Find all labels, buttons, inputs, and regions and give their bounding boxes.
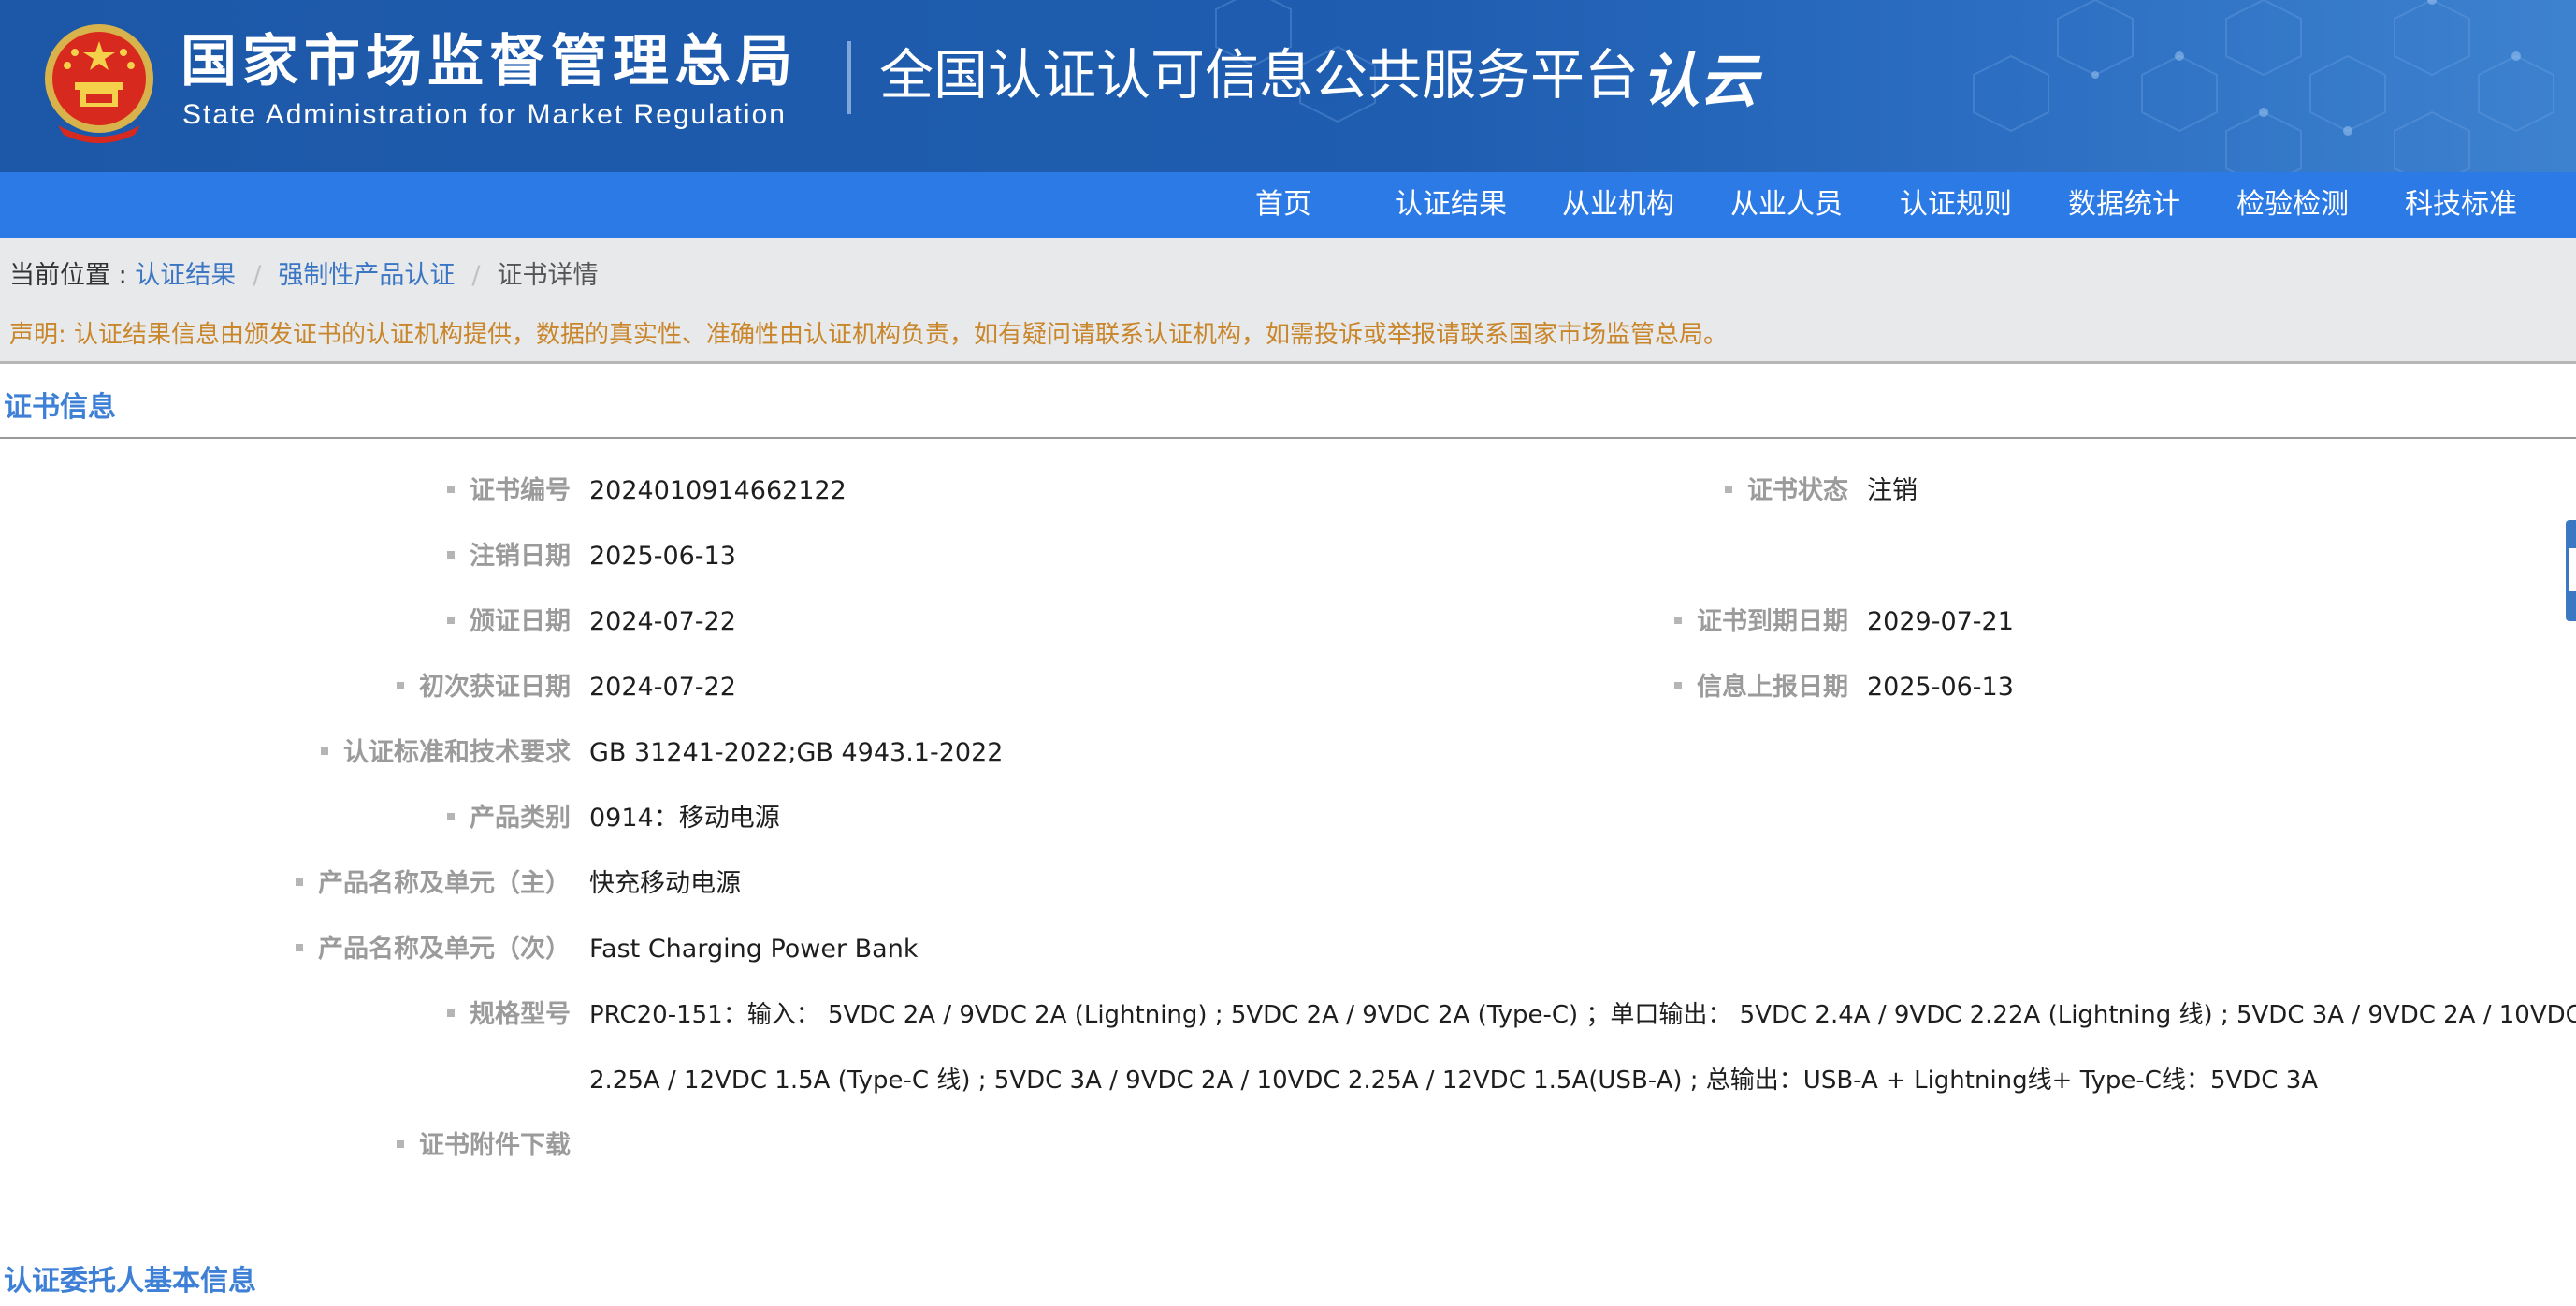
field-label-issue-date: 颁证日期: [447, 599, 571, 646]
bullet-icon: [1674, 616, 1682, 624]
field-value-first-issue-date: 2024-07-22: [589, 673, 736, 702]
bullet-icon: [447, 550, 455, 559]
field-value-cancel-date: 2025-06-13: [589, 542, 736, 571]
nav-item-inspection[interactable]: 检验检测: [2236, 172, 2349, 238]
bullet-icon: [296, 943, 303, 951]
bullet-icon: [447, 485, 455, 493]
brand-logo: 认云: [1642, 47, 1758, 115]
side-float-tab[interactable]: [2566, 520, 2576, 621]
field-value-report-date: 2025-06-13: [1867, 673, 2014, 702]
bullet-icon: [296, 878, 303, 886]
breadcrumb: 当前位置 : 认证结果 / 强制性产品认证 / 证书详情: [9, 253, 598, 299]
field-label-cancel-date: 注销日期: [447, 533, 571, 580]
field-label-name-main: 产品名称及单元（主）: [296, 861, 571, 907]
field-label-report-date: 信息上报日期: [1674, 664, 1848, 711]
breadcrumb-separator: /: [471, 261, 481, 290]
field-value-name-sub: Fast Charging Power Bank: [589, 935, 919, 964]
breadcrumb-current: 证书详情: [497, 261, 599, 290]
field-value-cert-status: 注销: [1867, 476, 1918, 505]
bullet-icon: [447, 812, 455, 820]
breadcrumb-link-cert-results[interactable]: 认证结果: [135, 261, 236, 290]
field-label-category: 产品类别: [447, 795, 571, 842]
nav-item-personnel[interactable]: 从业人员: [1730, 172, 1843, 238]
disclaimer-notice: 声明: 认证结果信息由颁发证书的认证机构提供，数据的真实性、准确性由认证机构负责…: [9, 321, 1729, 349]
field-value-model-line2: 2.25A / 12VDC 1.5A (Type-C 线) ; 5VDC 3A …: [589, 1067, 2319, 1095]
agency-name-cn: 国家市场监督管理总局: [181, 29, 798, 94]
nav-item-home[interactable]: 首页: [1255, 172, 1311, 238]
field-value-cert-no: 2024010914662122: [589, 476, 847, 505]
platform-title: 全国认证认可信息公共服务平台: [879, 43, 1640, 107]
section-title-applicant-info: 认证委托人基本信息: [4, 1265, 256, 1298]
field-label-name-sub: 产品名称及单元（次）: [296, 926, 571, 973]
bullet-icon: [1674, 681, 1682, 689]
bullet-icon: [397, 1139, 404, 1148]
nav-item-cert-rules[interactable]: 认证规则: [1900, 172, 2012, 238]
nav-item-standards[interactable]: 科技标准: [2405, 172, 2517, 238]
breadcrumb-link-ccc[interactable]: 强制性产品认证: [278, 261, 455, 290]
site-banner: 国家市场监督管理总局 State Administration for Mark…: [0, 0, 2576, 172]
banner-divider: [847, 41, 851, 114]
breadcrumb-label: 当前位置 :: [9, 261, 136, 290]
bullet-icon: [447, 1009, 455, 1017]
field-label-cert-no: 证书编号: [447, 468, 571, 515]
agency-name-en: State Administration for Market Regulati…: [182, 99, 787, 130]
field-value-expiry-date: 2029-07-21: [1867, 607, 2014, 636]
nav-item-cert-results[interactable]: 认证结果: [1395, 172, 1507, 238]
national-emblem-icon: [45, 24, 153, 143]
field-value-issue-date: 2024-07-22: [589, 607, 736, 636]
field-label-cert-status: 证书状态: [1725, 468, 1848, 515]
bullet-icon: [321, 747, 328, 755]
bullet-icon: [397, 681, 404, 689]
breadcrumb-area: 当前位置 : 认证结果 / 强制性产品认证 / 证书详情 声明: 认证结果信息由颁发证书…: [0, 238, 2576, 364]
nav-item-statistics[interactable]: 数据统计: [2068, 172, 2180, 238]
main-nav: 首页 认证结果 从业机构 从业人员 认证规则 数据统计 检验检测 科技标准: [0, 172, 2576, 238]
section-title-cert-info: 证书信息: [4, 391, 116, 424]
field-label-attachment[interactable]: 证书附件下载: [397, 1123, 571, 1169]
nav-item-institutions[interactable]: 从业机构: [1562, 172, 1674, 238]
field-value-model-line1: PRC20-151：输入： 5VDC 2A / 9VDC 2A (Lightni…: [589, 1001, 2576, 1029]
field-label-model: 规格型号: [447, 992, 571, 1038]
field-value-name-main: 快充移动电源: [589, 869, 741, 898]
section-divider: [0, 437, 2576, 439]
field-label-standards: 认证标准和技术要求: [321, 730, 571, 776]
bullet-icon: [1725, 485, 1732, 493]
field-label-first-issue-date: 初次获证日期: [397, 664, 571, 711]
bullet-icon: [447, 616, 455, 624]
breadcrumb-separator: /: [253, 261, 262, 290]
field-label-expiry-date: 证书到期日期: [1674, 599, 1848, 646]
field-value-category: 0914：移动电源: [589, 804, 780, 833]
field-value-standards: GB 31241-2022;GB 4943.1-2022: [589, 738, 1004, 767]
